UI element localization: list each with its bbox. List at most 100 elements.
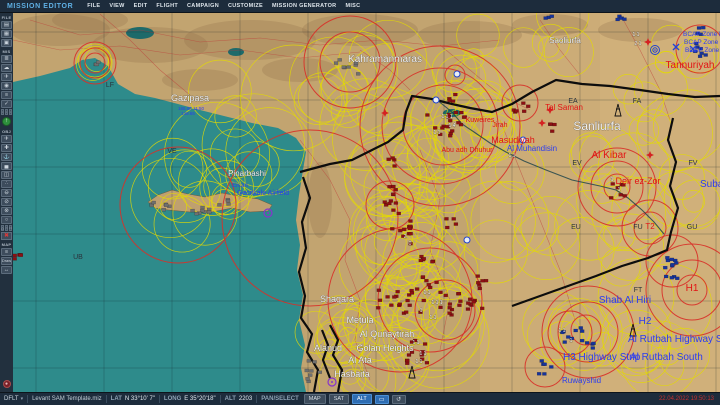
exit-button[interactable]: ●: [3, 380, 11, 388]
gray-unit-group[interactable]: [162, 208, 166, 211]
airfield-icon[interactable]: [464, 237, 470, 243]
red-unit-group[interactable]: [448, 303, 452, 306]
red-unit-group[interactable]: [514, 109, 518, 112]
red-unit-group[interactable]: [480, 279, 484, 282]
blue-unit-group[interactable]: [670, 276, 674, 279]
red-unit-group[interactable]: [407, 354, 411, 357]
zone-slash-button[interactable]: ⊘: [1, 198, 12, 206]
gray-unit-group[interactable]: [342, 66, 346, 69]
blue-unit-group[interactable]: [580, 330, 584, 333]
measure-button[interactable]: ↔: [1, 266, 12, 274]
menu-item-view[interactable]: VIEW: [109, 3, 124, 9]
red-unit-group[interactable]: [450, 129, 454, 132]
blue-unit-group[interactable]: [580, 339, 584, 342]
red-unit-group[interactable]: [457, 304, 461, 307]
red-unit-group[interactable]: [427, 283, 431, 286]
red-unit-group[interactable]: [404, 311, 408, 314]
red-unit-group[interactable]: [550, 130, 554, 133]
gray-unit-group[interactable]: [164, 204, 168, 207]
red-unit-group[interactable]: [424, 279, 428, 282]
delete-button[interactable]: ✖: [1, 232, 12, 240]
blue-unit-group[interactable]: [540, 359, 544, 362]
blue-unit-group[interactable]: [698, 55, 702, 58]
red-unit-group[interactable]: [397, 212, 401, 215]
new-mission-button[interactable]: ▤: [1, 21, 12, 29]
red-unit-group[interactable]: [468, 298, 472, 301]
menu-item-edit[interactable]: EDIT: [134, 3, 148, 9]
red-unit-group[interactable]: [406, 299, 410, 302]
validate-button[interactable]: ✓: [1, 100, 12, 108]
red-unit-group[interactable]: [419, 259, 423, 262]
red-unit-group[interactable]: [521, 102, 525, 105]
red-unit-group[interactable]: [391, 193, 395, 196]
red-unit-group[interactable]: [391, 209, 395, 212]
red-unit-group[interactable]: [451, 100, 455, 103]
alt-view-button[interactable]: ALT: [352, 394, 372, 404]
red-unit-group[interactable]: [448, 134, 452, 137]
red-unit-group[interactable]: [448, 306, 452, 309]
red-unit-group[interactable]: [387, 202, 391, 205]
blue-unit-group[interactable]: [592, 342, 596, 345]
menu-item-customize[interactable]: CUSTOMIZE: [228, 3, 263, 9]
red-unit-group[interactable]: [453, 93, 457, 96]
red-unit-group[interactable]: [13, 257, 17, 260]
red-unit-group[interactable]: [408, 220, 412, 223]
blue-unit-group[interactable]: [670, 258, 674, 261]
shape-tools-row-btn[interactable]: △: [1, 225, 4, 231]
airfield-icon[interactable]: [454, 71, 460, 77]
red-unit-group[interactable]: [430, 260, 434, 263]
blue-unit-group[interactable]: [585, 341, 589, 344]
add-static-object-button[interactable]: ◫: [1, 171, 12, 179]
briefing-button[interactable]: ≣: [1, 55, 12, 63]
menu-item-flight[interactable]: FLIGHT: [156, 3, 178, 9]
red-unit-group[interactable]: [408, 304, 412, 307]
gray-unit-group[interactable]: [227, 203, 231, 206]
sat-view-button[interactable]: SAT: [329, 394, 349, 404]
blue-unit-group[interactable]: [563, 341, 567, 344]
red-unit-group[interactable]: [396, 290, 400, 293]
map-area[interactable]: 1 1 11 41 1201 11 1 111 11 11 11 1111 12…: [13, 13, 720, 392]
red-unit-group[interactable]: [623, 194, 627, 197]
blue-unit-group[interactable]: [670, 263, 674, 266]
add-zone-button[interactable]: ○: [1, 216, 12, 224]
zone-cross-button[interactable]: ⊗: [1, 207, 12, 215]
red-unit-group[interactable]: [480, 307, 484, 310]
red-unit-group[interactable]: [402, 228, 406, 231]
red-unit-group[interactable]: [423, 342, 427, 345]
blue-unit-group[interactable]: [675, 277, 679, 280]
gray-unit-group[interactable]: [195, 212, 199, 215]
red-unit-group[interactable]: [421, 275, 425, 278]
mission-options-button[interactable]: ◉: [1, 82, 12, 90]
blue-unit-group[interactable]: [664, 275, 668, 278]
red-unit-group[interactable]: [454, 111, 458, 114]
red-unit-group[interactable]: [484, 279, 488, 282]
gray-unit-group[interactable]: [201, 206, 205, 209]
add-airplane-button[interactable]: ✈: [1, 135, 12, 143]
red-unit-group[interactable]: [391, 156, 395, 159]
red-unit-group[interactable]: [394, 188, 398, 191]
save-mission-button[interactable]: ▣: [1, 39, 12, 47]
red-unit-group[interactable]: [387, 158, 391, 161]
gray-unit-group[interactable]: [96, 61, 100, 64]
red-unit-group[interactable]: [422, 299, 426, 302]
map-layers-button[interactable]: ≡: [1, 248, 12, 256]
red-unit-group[interactable]: [459, 111, 463, 114]
gray-unit-group[interactable]: [309, 369, 313, 372]
red-unit-group[interactable]: [448, 312, 452, 315]
gray-unit-group[interactable]: [152, 201, 156, 204]
red-unit-group[interactable]: [391, 185, 395, 188]
red-unit-group[interactable]: [388, 185, 392, 188]
menu-item-campaign[interactable]: CAMPAIGN: [187, 3, 219, 9]
blue-unit-group[interactable]: [544, 17, 548, 20]
gray-unit-group[interactable]: [150, 204, 154, 207]
blue-unit-group[interactable]: [550, 15, 554, 18]
red-unit-group[interactable]: [410, 291, 414, 294]
red-unit-group[interactable]: [444, 294, 448, 297]
gray-unit-group[interactable]: [308, 374, 312, 377]
red-unit-group[interactable]: [456, 121, 460, 124]
red-unit-group[interactable]: [466, 308, 470, 311]
gray-unit-group[interactable]: [207, 211, 211, 214]
shape-tools-row-btn[interactable]: □: [9, 225, 12, 231]
red-unit-group[interactable]: [408, 227, 412, 230]
blue-unit-group[interactable]: [537, 372, 541, 375]
